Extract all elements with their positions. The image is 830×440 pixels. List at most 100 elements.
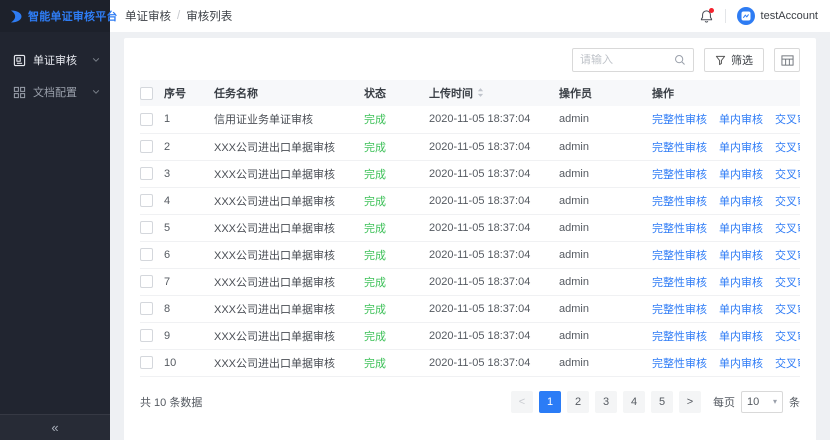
action-links: 完整性审核单内审核交叉审核更多 [652,268,800,295]
document-icon [13,54,26,67]
select-all-checkbox[interactable] [140,87,153,100]
action-link[interactable]: 单内审核 [719,169,763,181]
action-link[interactable]: 完整性审核 [652,142,707,154]
page-button[interactable]: 5 [651,391,673,413]
column-header-upload-time[interactable]: 上传时间 [429,80,559,106]
page-size-select[interactable]: 10 ▾ [741,391,783,413]
row-checkbox[interactable] [140,140,153,153]
action-link[interactable]: 交叉审核 [775,223,800,235]
action-link[interactable]: 交叉审核 [775,331,800,343]
column-settings-button[interactable] [774,48,800,72]
action-link[interactable]: 完整性审核 [652,304,707,316]
sidebar-item-document-review[interactable]: 单证审核 [0,44,110,76]
page-button[interactable]: 2 [567,391,589,413]
action-link[interactable]: 交叉审核 [775,358,800,370]
cell-task-name: XXX公司进出口单据审核 [214,187,364,214]
page-button[interactable]: 1 [539,391,561,413]
cell-operator: admin [559,160,652,187]
header-divider [725,9,726,23]
row-checkbox[interactable] [140,356,153,369]
notification-dot [709,8,714,13]
action-link[interactable]: 单内审核 [719,304,763,316]
caret-down-icon: ▾ [773,397,777,406]
search-input[interactable] [580,54,669,66]
row-checkbox[interactable] [140,302,153,315]
action-link[interactable]: 交叉审核 [775,304,800,316]
notification-bell-icon[interactable] [699,9,714,24]
cell-upload-time: 2020-11-05 18:37:04 [429,133,559,160]
action-link[interactable]: 完整性审核 [652,114,707,126]
column-header-index: 序号 [164,80,214,106]
row-checkbox[interactable] [140,329,153,342]
row-checkbox[interactable] [140,113,153,126]
action-link[interactable]: 完整性审核 [652,169,707,181]
action-link[interactable]: 交叉审核 [775,114,800,126]
page-size-group: 每页 10 ▾ 条 [713,391,800,413]
action-link[interactable]: 完整性审核 [652,223,707,235]
table-row: 9 XXX公司进出口单据审核 完成 2020-11-05 18:37:04 ad… [140,322,800,349]
table-row: 8 XXX公司进出口单据审核 完成 2020-11-05 18:37:04 ad… [140,295,800,322]
table-row: 4 XXX公司进出口单据审核 完成 2020-11-05 18:37:04 ad… [140,187,800,214]
row-checkbox[interactable] [140,221,153,234]
action-link[interactable]: 完整性审核 [652,358,707,370]
action-link[interactable]: 单内审核 [719,358,763,370]
breadcrumb-item[interactable]: 单证审核 [125,8,171,24]
page-button[interactable]: 4 [623,391,645,413]
search-icon[interactable] [674,54,686,66]
page-button[interactable]: 3 [595,391,617,413]
cell-index: 1 [164,106,214,133]
column-header-status: 状态 [364,80,429,106]
action-links: 完整性审核单内审核交叉审核更多 [652,349,800,376]
cell-task-name: XXX公司进出口单据审核 [214,268,364,295]
pagination-prev-button[interactable]: < [511,391,533,413]
action-links: 完整性审核单内审核交叉审核更多 [652,160,800,187]
cell-operator: admin [559,106,652,133]
table-row: 7 XXX公司进出口单据审核 完成 2020-11-05 18:37:04 ad… [140,268,800,295]
cell-index: 9 [164,322,214,349]
action-link[interactable]: 单内审核 [719,196,763,208]
action-link[interactable]: 单内审核 [719,114,763,126]
cell-index: 2 [164,133,214,160]
action-link[interactable]: 单内审核 [719,331,763,343]
action-link[interactable]: 单内审核 [719,223,763,235]
action-link[interactable]: 单内审核 [719,277,763,289]
cell-upload-time: 2020-11-05 18:37:04 [429,241,559,268]
action-links: 完整性审核单内审核交叉审核更多 [652,322,800,349]
table-row: 3 XXX公司进出口单据审核 完成 2020-11-05 18:37:04 ad… [140,160,800,187]
cell-status: 完成 [364,160,429,187]
pagination-next-button[interactable]: > [679,391,701,413]
action-link[interactable]: 交叉审核 [775,250,800,262]
action-link[interactable]: 交叉审核 [775,142,800,154]
action-link[interactable]: 完整性审核 [652,250,707,262]
sort-icon[interactable] [477,87,484,98]
action-link[interactable]: 完整性审核 [652,277,707,289]
row-checkbox[interactable] [140,167,153,180]
sidebar-collapse-button[interactable]: « [0,414,110,440]
sidebar-item-label: 单证审核 [33,52,77,68]
cell-task-name: XXX公司进出口单据审核 [214,322,364,349]
cell-task-name: XXX公司进出口单据审核 [214,133,364,160]
action-link[interactable]: 交叉审核 [775,169,800,181]
table-row: 5 XXX公司进出口单据审核 完成 2020-11-05 18:37:04 ad… [140,214,800,241]
action-link[interactable]: 单内审核 [719,142,763,154]
action-link[interactable]: 完整性审核 [652,196,707,208]
pagination-pages: 12345 [539,391,673,413]
sidebar-menu: 单证审核 文档配置 [0,32,110,108]
app-title: 智能单证审核平台 [28,8,118,24]
cell-upload-time: 2020-11-05 18:37:04 [429,106,559,133]
page-size-prefix: 每页 [713,394,735,410]
row-checkbox[interactable] [140,248,153,261]
row-checkbox[interactable] [140,194,153,207]
action-link[interactable]: 交叉审核 [775,277,800,289]
row-checkbox[interactable] [140,275,153,288]
cell-upload-time: 2020-11-05 18:37:04 [429,268,559,295]
action-link[interactable]: 完整性审核 [652,331,707,343]
table-footer: 共 10 条数据 < 12345 > 每页 10 ▾ 条 [140,377,800,413]
search-box [572,48,694,72]
cell-upload-time: 2020-11-05 18:37:04 [429,214,559,241]
user-menu[interactable]: testAccount [737,7,818,25]
filter-button[interactable]: 筛选 [704,48,764,72]
action-link[interactable]: 单内审核 [719,250,763,262]
sidebar-item-document-config[interactable]: 文档配置 [0,76,110,108]
action-link[interactable]: 交叉审核 [775,196,800,208]
